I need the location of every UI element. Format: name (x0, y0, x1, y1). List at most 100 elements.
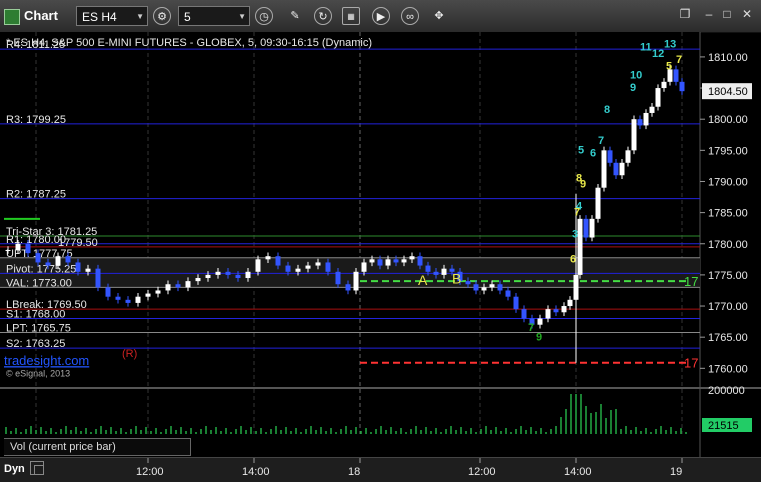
pin-icon[interactable]: ✥ (430, 7, 448, 25)
candle-body (655, 88, 661, 107)
candle-body (401, 259, 407, 263)
volume-study-label[interactable]: Vol (current price bar) (4, 438, 191, 456)
candle-body (505, 290, 511, 297)
candle-body (345, 284, 351, 291)
candle-body (521, 309, 527, 319)
candle-body (135, 296, 141, 303)
candle-body (265, 256, 271, 260)
candle-body (65, 256, 71, 263)
candle-body (465, 281, 471, 285)
price-chart[interactable]: R4: 1811.25R3: 1799.25R2: 1787.25Tri-Sta… (0, 32, 761, 457)
candle-body (583, 218, 589, 238)
candle-body (353, 271, 359, 291)
window-title: Chart (24, 8, 58, 23)
candle-body (315, 262, 321, 266)
td-count-label: 13 (664, 39, 676, 51)
candle-body (105, 287, 111, 297)
candle-body (393, 259, 399, 263)
candle-body (643, 112, 649, 126)
td-count-label: 7 (528, 322, 534, 334)
calculator-icon[interactable]: ▦ (342, 7, 360, 25)
time-tick-label: 12:00 (468, 466, 496, 478)
chevron-down-icon[interactable]: ▼ (136, 7, 144, 27)
time-tick-label: 14:00 (242, 466, 270, 478)
candle-body (619, 162, 625, 176)
candle-body (481, 287, 487, 291)
price-tick-label: 1770.00 (708, 301, 748, 313)
candle-body (285, 265, 291, 272)
candle-body (661, 81, 667, 89)
restore-icon[interactable]: ❐ (676, 5, 694, 23)
td-count-label: 7 (676, 54, 682, 66)
td-count-label: 6 (590, 148, 596, 160)
chart-app-icon (4, 9, 20, 25)
candle-body (601, 150, 607, 188)
pencil-icon[interactable]: ✎ (286, 7, 304, 25)
candle-body (497, 284, 503, 291)
price-pane (0, 32, 700, 387)
candle-body (165, 284, 171, 291)
candle-body (95, 268, 101, 288)
price-tick-label: 1785.00 (708, 208, 748, 220)
candle-body (537, 318, 543, 325)
td-count-label: 8 (604, 104, 610, 116)
volume-pane (0, 390, 700, 434)
candle-body (649, 106, 655, 113)
price-axis: 1760.00 1765.00 1770.00 1775.00 1780.00 1785.… (700, 52, 752, 375)
candle-body (55, 256, 61, 266)
candle-body (613, 162, 619, 176)
candle-body (679, 81, 685, 92)
level-label: Pivot: 1775.25 (6, 263, 76, 275)
candle-body (25, 243, 31, 254)
candle-body (305, 265, 311, 269)
pattern-letter: A (418, 272, 428, 288)
candle-body (433, 271, 439, 275)
td-count-label: 7 (574, 207, 580, 219)
td-count-label: 6 (570, 253, 576, 265)
level-label: S1: 1768.00 (6, 308, 65, 320)
minimize-icon[interactable]: – (700, 5, 718, 23)
candle-body (275, 256, 281, 266)
clock-icon[interactable]: ◷ (255, 7, 273, 25)
candle-body (553, 309, 559, 313)
candle-body (637, 119, 643, 126)
symbol-input[interactable]: ES H4 ▼ (76, 6, 148, 26)
td-count-label: 10 (630, 70, 642, 82)
interval-input[interactable]: 5 ▼ (178, 6, 250, 26)
level-label: R2: 1787.25 (6, 189, 66, 201)
maximize-icon[interactable]: □ (718, 5, 736, 23)
link-icon[interactable]: ∞ (401, 7, 419, 25)
candle-body (195, 278, 201, 282)
time-tick-label: 12:00 (136, 466, 164, 478)
candle-body (335, 271, 341, 285)
price-tick-label: 1765.00 (708, 332, 748, 344)
level-label: LPT: 1765.75 (6, 323, 71, 335)
chart-title: * ES H4, S&P 500 E-MINI FUTURES - GLOBEX… (6, 37, 372, 49)
level-label: R1: 1780.00 (6, 234, 66, 246)
refresh-icon[interactable]: ↻ (314, 7, 332, 25)
candle-body (513, 296, 519, 310)
price-tick-label: 1810.00 (708, 52, 748, 64)
time-tick-label: 18 (348, 466, 360, 478)
td-count-label: 9 (580, 179, 586, 191)
chevron-down-icon[interactable]: ▼ (238, 7, 246, 27)
candle-body (417, 256, 423, 266)
pattern-letter: B (452, 271, 461, 287)
play-icon[interactable]: ▶ (372, 7, 390, 25)
candle-body (175, 284, 181, 288)
td-count-label: 7 (598, 135, 604, 147)
candle-body (409, 256, 415, 260)
close-icon[interactable]: ✕ (738, 5, 756, 23)
chart-area[interactable]: R4: 1811.25 R3: 1799.25 R2: 1787.25 Tri-Sta… (0, 32, 761, 457)
time-tick-label: 14:00 (564, 466, 592, 478)
candle-body (155, 290, 161, 294)
gear-icon[interactable]: ⚙ (153, 7, 171, 25)
candle-body (425, 265, 431, 272)
right-marker: 17 (684, 356, 698, 371)
candle-body (561, 306, 567, 313)
level-label: R3: 1799.25 (6, 114, 66, 126)
price-tick-label: 1795.00 (708, 145, 748, 157)
candle-body (369, 259, 375, 263)
time-axis: 12:00 14:00 18 12:00 14:00 19 (136, 458, 683, 478)
candle-body (225, 271, 231, 275)
